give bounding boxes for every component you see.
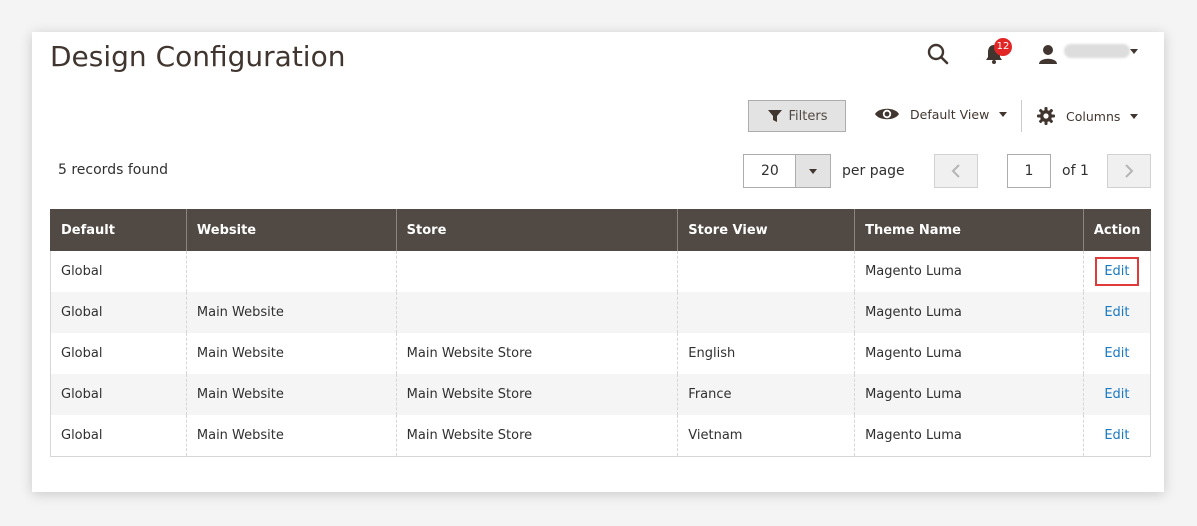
notification-badge[interactable]: 12 [994, 38, 1012, 56]
cell-store: Main Website Store [395, 374, 678, 415]
chevron-left-icon [951, 164, 960, 178]
cell-store-view [677, 251, 855, 292]
table-header-row: Default Website Store Store View Theme N… [50, 209, 1151, 251]
cell-website [185, 251, 397, 292]
cell-website: Main Website [185, 415, 397, 457]
column-header-default[interactable]: Default [50, 209, 187, 251]
cell-action: Edit [1082, 292, 1152, 333]
cell-theme-name: Magento Luma [854, 251, 1084, 292]
cell-action: Edit [1082, 415, 1152, 457]
cell-store-view: English [677, 333, 855, 374]
page-input[interactable]: 1 [1007, 154, 1051, 188]
page-card: Design Configuration 12 Filters Default … [32, 32, 1164, 492]
edit-link[interactable]: Edit [1104, 346, 1129, 361]
cell-default: Global [50, 251, 187, 292]
cell-website: Main Website [185, 333, 397, 374]
cell-website: Main Website [185, 292, 397, 333]
account-name-redacted[interactable] [1064, 44, 1130, 58]
table-row: Global Main Website Magento Luma Edit [50, 292, 1152, 333]
filters-button[interactable]: Filters [748, 100, 846, 132]
cell-action: Edit [1082, 374, 1152, 415]
per-page-label: per page [842, 163, 905, 179]
cell-action: Edit [1082, 251, 1152, 292]
cell-store-view: France [677, 374, 855, 415]
toolbar-divider [1021, 100, 1022, 132]
cell-action: Edit [1082, 333, 1152, 374]
column-header-store[interactable]: Store [395, 209, 678, 251]
table-row: Global Magento Luma Edit [50, 251, 1152, 292]
edit-link[interactable]: Edit [1104, 387, 1129, 402]
column-header-theme-name[interactable]: Theme Name [854, 209, 1084, 251]
view-switcher[interactable]: Default View [874, 106, 1008, 122]
cell-website: Main Website [185, 374, 397, 415]
table-row: Global Main Website Main Website Store F… [50, 374, 1152, 415]
records-count: 5 records found [58, 162, 168, 178]
cell-store [395, 292, 678, 333]
columns-label: Columns [1066, 108, 1121, 124]
cell-theme-name: Magento Luma [854, 292, 1084, 333]
column-header-action: Action [1082, 209, 1151, 251]
cell-store: Main Website Store [395, 415, 678, 457]
next-page-button[interactable] [1107, 154, 1151, 188]
cell-theme-name: Magento Luma [854, 415, 1084, 457]
filter-icon [767, 110, 782, 122]
per-page-value: 20 [761, 163, 779, 179]
column-header-website[interactable]: Website [185, 209, 397, 251]
eye-icon [875, 108, 899, 120]
table-row: Global Main Website Main Website Store V… [50, 415, 1152, 457]
view-label: Default View [910, 106, 990, 122]
per-page-toggle[interactable] [795, 155, 830, 187]
cell-default: Global [50, 374, 187, 415]
cell-default: Global [50, 333, 187, 374]
edit-link[interactable]: Edit [1104, 305, 1129, 320]
cell-theme-name: Magento Luma [854, 333, 1084, 374]
cell-default: Global [50, 292, 187, 333]
page-title: Design Configuration [50, 40, 346, 73]
edit-link[interactable]: Edit [1104, 428, 1129, 443]
chevron-down-icon [1130, 113, 1139, 119]
cell-theme-name: Magento Luma [854, 374, 1084, 415]
chevron-down-icon [999, 111, 1008, 117]
cell-store-view: Vietnam [677, 415, 855, 457]
filters-label: Filters [788, 108, 828, 124]
user-icon[interactable] [1036, 42, 1060, 66]
column-header-store-view[interactable]: Store View [677, 209, 855, 251]
columns-dropdown[interactable]: Columns [1036, 106, 1139, 126]
total-pages: of 1 [1062, 163, 1089, 179]
edit-link[interactable]: Edit [1095, 257, 1139, 286]
table-row: Global Main Website Main Website Store E… [50, 333, 1152, 374]
per-page-select[interactable]: 20 [743, 154, 831, 188]
gear-icon [1037, 107, 1055, 125]
cell-store [395, 251, 678, 292]
prev-page-button[interactable] [934, 154, 978, 188]
search-icon[interactable] [926, 42, 950, 66]
cell-default: Global [50, 415, 187, 457]
chevron-down-icon[interactable] [1130, 49, 1138, 54]
design-config-table: Default Website Store Store View Theme N… [50, 209, 1152, 457]
chevron-down-icon [809, 168, 817, 174]
cell-store: Main Website Store [395, 333, 678, 374]
chevron-right-icon [1125, 164, 1134, 178]
cell-store-view [677, 292, 855, 333]
